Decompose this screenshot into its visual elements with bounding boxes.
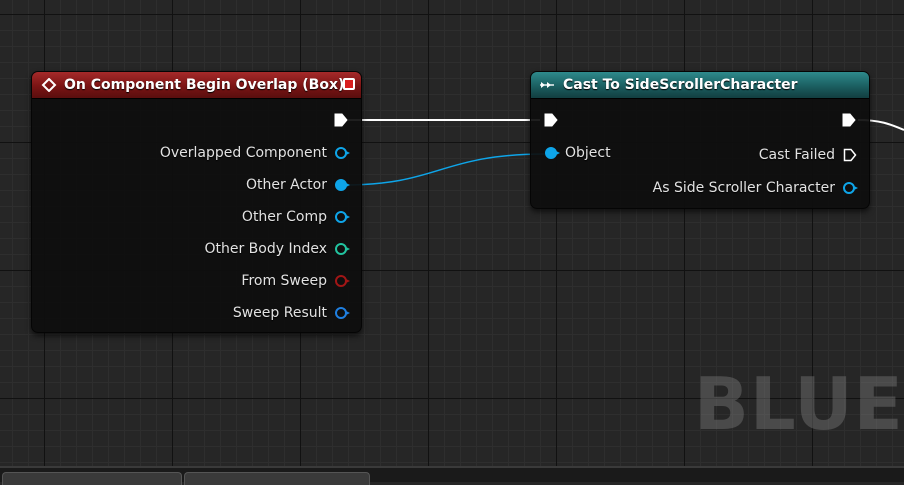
- cast-node-side-scroller-character[interactable]: Cast To SideScrollerCharacter Object Cas…: [530, 71, 870, 209]
- cast-node-title: Cast To SideScrollerCharacter: [563, 77, 798, 93]
- cast-exec-out-row: [842, 113, 856, 127]
- object-pin-connected-icon[interactable]: [335, 179, 350, 191]
- pin-label: Cast Failed: [758, 147, 835, 163]
- object-pin-icon[interactable]: [335, 211, 350, 223]
- object-input-pin-icon[interactable]: [545, 147, 560, 159]
- blueprint-watermark: BLUEP: [694, 362, 904, 446]
- pin-row-as-side-scroller-character: As Side Scroller Character: [652, 180, 858, 196]
- pin-label: Overlapped Component: [159, 145, 327, 161]
- pin-label: Object: [565, 145, 611, 161]
- cast-exec-in-row: [544, 113, 558, 127]
- exec-output-pin-icon[interactable]: [842, 113, 856, 127]
- delegate-pin-icon[interactable]: [343, 78, 355, 90]
- other-actor-wire: [343, 153, 547, 186]
- object-pin-icon[interactable]: [335, 147, 350, 159]
- integer-pin-icon[interactable]: [335, 243, 350, 255]
- event-exec-out-row: [334, 113, 348, 127]
- pin-label: Sweep Result: [232, 305, 327, 321]
- pin-row-overlapped-component: Overlapped Component: [159, 145, 350, 161]
- event-node-component-begin-overlap[interactable]: On Component Begin Overlap (Box) Overlap…: [31, 71, 362, 333]
- pin-label: Other Body Index: [204, 241, 327, 257]
- event-node-title: On Component Begin Overlap (Box): [64, 77, 345, 93]
- pin-row-other-body-index: Other Body Index: [204, 241, 350, 257]
- event-diamond-icon: [40, 77, 58, 93]
- exec-input-pin-icon[interactable]: [544, 113, 558, 127]
- object-output-pin-icon[interactable]: [843, 182, 858, 194]
- exec-output-pin-icon[interactable]: [334, 113, 348, 127]
- bottom-tab[interactable]: [184, 472, 370, 485]
- pin-row-other-actor: Other Actor: [245, 177, 350, 193]
- bottom-tab[interactable]: [2, 472, 182, 485]
- pin-label: As Side Scroller Character: [652, 180, 835, 196]
- exec-output-pin-empty-icon[interactable]: [843, 148, 857, 162]
- pin-label: Other Comp: [241, 209, 327, 225]
- pin-label: From Sweep: [241, 273, 327, 289]
- pin-row-sweep-result: Sweep Result: [232, 305, 350, 321]
- boolean-pin-icon[interactable]: [335, 275, 350, 287]
- pin-row-object: Object: [545, 145, 611, 161]
- pin-row-other-comp: Other Comp: [241, 209, 350, 225]
- pin-label: Other Actor: [245, 177, 327, 193]
- pin-row-from-sweep: From Sweep: [241, 273, 350, 289]
- cast-arrows-icon: [539, 78, 557, 92]
- event-node-header[interactable]: On Component Begin Overlap (Box): [32, 72, 361, 99]
- blueprint-graph-canvas[interactable]: On Component Begin Overlap (Box) Overlap…: [0, 0, 904, 466]
- struct-pin-icon[interactable]: [335, 307, 350, 319]
- cast-node-header[interactable]: Cast To SideScrollerCharacter: [531, 72, 869, 99]
- pin-row-cast-failed: Cast Failed: [759, 147, 857, 163]
